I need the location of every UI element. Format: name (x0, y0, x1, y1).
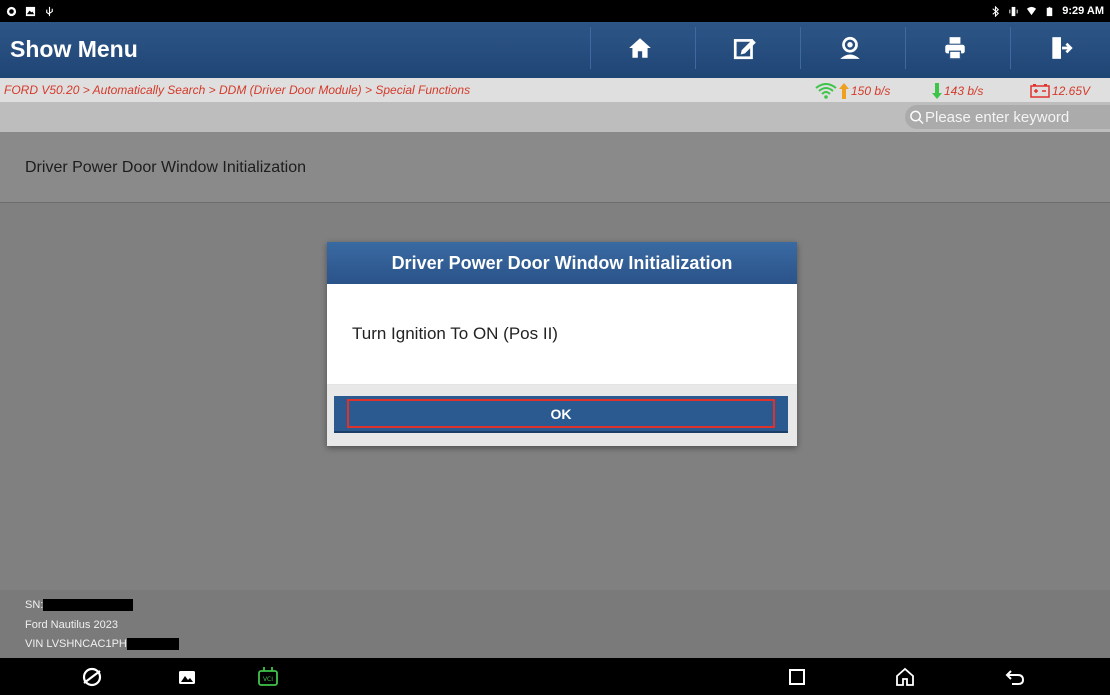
status-bar: 9:29 AM (0, 0, 1110, 22)
print-icon (945, 37, 965, 60)
back-icon[interactable] (1003, 665, 1027, 689)
upload-arrow-icon (839, 83, 849, 99)
page-title: Show Menu (10, 36, 138, 62)
edit-report-button[interactable] (695, 27, 794, 69)
serial-number: SN: (25, 599, 134, 612)
user-button[interactable] (800, 27, 899, 69)
clock: 9:29 AM (1062, 5, 1104, 17)
search-input[interactable] (924, 108, 1110, 126)
car-battery-icon (1030, 84, 1050, 98)
dialog-title: Driver Power Door Window Initialization (327, 242, 797, 284)
vci-icon[interactable]: VCI (256, 665, 280, 689)
exit-button[interactable] (1010, 27, 1110, 69)
ok-button-label: OK (347, 399, 775, 428)
wifi-icon (1027, 6, 1037, 15)
navigation-bar: VCI (0, 658, 1110, 695)
dialog-message: Turn Ignition To ON (Pos II) (327, 284, 797, 385)
list-item[interactable]: Driver Power Door Window Initialization (0, 132, 1110, 203)
breadcrumb-bar: FORD V50.20 > Automatically Search > DDM… (0, 78, 1110, 102)
svg-text:VCI: VCI (263, 676, 273, 683)
upload-speed: 150 b/s (815, 83, 890, 99)
recent-apps-icon[interactable] (785, 665, 809, 689)
edit-report-icon (733, 39, 756, 60)
user-icon (840, 36, 860, 59)
bluetooth-icon (992, 5, 1000, 17)
download-speed: 143 b/s (932, 83, 983, 99)
vehicle-info: SN: Ford Nautilus 2023 VIN LVSHNCAC1PH (0, 590, 1110, 658)
list-item-label: Driver Power Door Window Initialization (25, 159, 306, 176)
exit-icon (1052, 37, 1073, 59)
download-arrow-icon (932, 83, 942, 99)
usb-icon (46, 6, 53, 16)
redacted-vin (126, 638, 179, 651)
download-value: 143 b/s (944, 84, 984, 98)
app-header: Show Menu (0, 22, 1110, 78)
battery-voltage: 12.65V (1030, 83, 1090, 98)
search-bar (0, 102, 1110, 132)
breadcrumb: FORD V50.20 > Automatically Search > DDM… (4, 83, 471, 97)
wifi-signal-icon (815, 83, 837, 99)
search-box (905, 105, 1110, 129)
search-icon (910, 110, 924, 125)
battery-icon (1046, 6, 1053, 16)
voltage-value: 12.65V (1052, 83, 1091, 98)
redacted-serial (43, 599, 134, 612)
dialog-footer: OK (327, 385, 797, 446)
print-button[interactable] (905, 27, 1004, 69)
app-icon (6, 6, 17, 16)
vin-number: VIN LVSHNCAC1PH (25, 638, 179, 651)
vehicle-model: Ford Nautilus 2023 (25, 619, 118, 631)
image-icon (25, 6, 36, 16)
browser-icon[interactable] (80, 665, 104, 689)
home-nav-icon[interactable] (893, 665, 917, 689)
home-button[interactable] (590, 27, 689, 69)
vibrate-icon (1009, 6, 1018, 16)
message-dialog: Driver Power Door Window Initialization … (327, 242, 797, 446)
upload-value: 150 b/s (851, 84, 891, 98)
ok-button[interactable]: OK (334, 396, 788, 433)
gallery-icon[interactable] (175, 665, 199, 689)
home-icon (629, 38, 651, 58)
